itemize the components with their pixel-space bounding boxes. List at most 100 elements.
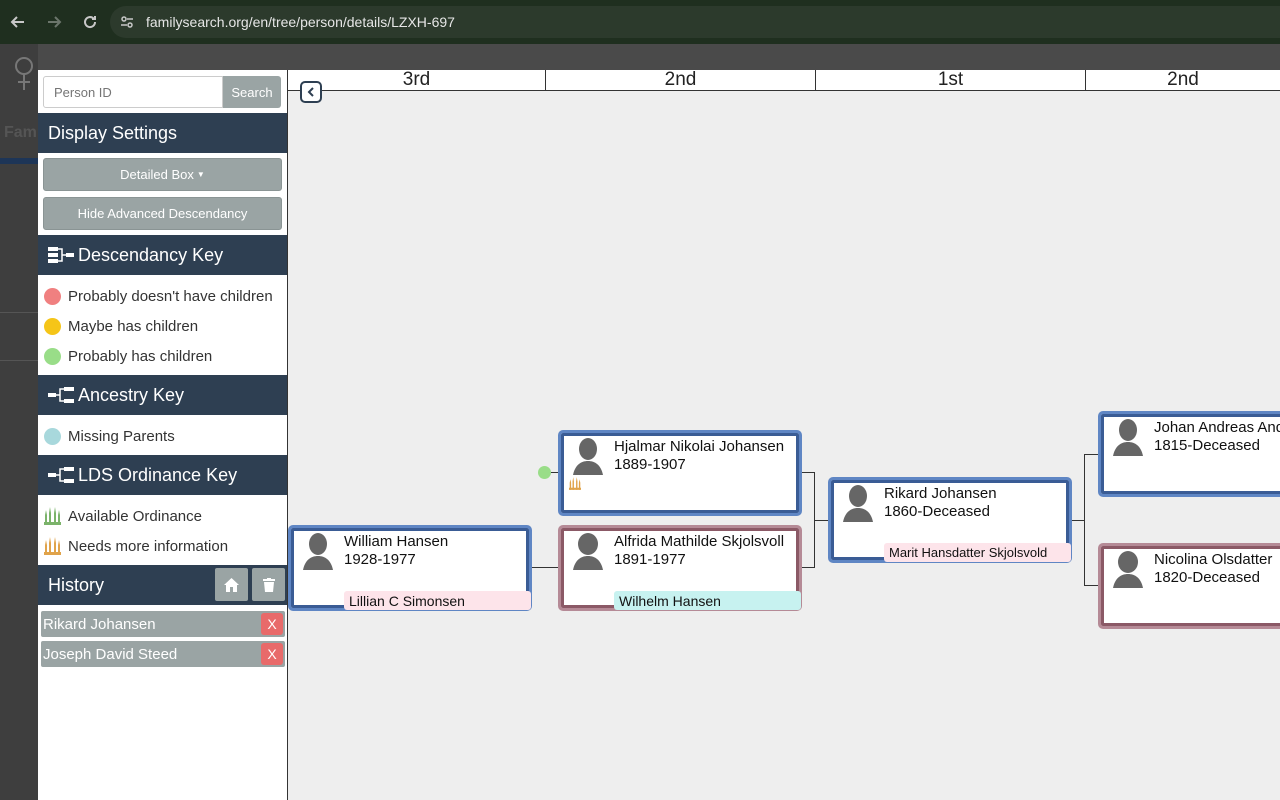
spouse-label[interactable]: Wilhelm Hansen [614, 591, 801, 610]
connector-line [814, 520, 828, 521]
pedigree-chart: 3rd 2nd 1st 2nd William Hansen 1928-1977… [288, 69, 1280, 800]
home-button[interactable] [215, 568, 248, 601]
background-title: Fam [4, 124, 37, 141]
connector-line [1084, 454, 1098, 455]
connector-line [1084, 585, 1098, 586]
caret-down-icon: ▼ [196, 170, 205, 179]
key-label: Missing Parents [68, 427, 175, 445]
person-card-alfrida[interactable]: Alfrida Mathilde Skjolsvoll 1891-1977 Wi… [558, 525, 802, 611]
descendancy-key-title: Descendancy Key [78, 244, 224, 265]
site-settings-icon[interactable] [110, 6, 144, 38]
temple-orange-icon [44, 537, 61, 555]
browser-toolbar: familysearch.org/en/tree/person/details/… [0, 0, 1280, 44]
key-label: Available Ordinance [68, 507, 202, 525]
reload-icon [84, 16, 97, 29]
descendancy-icon [48, 246, 74, 264]
arrow-left-icon [10, 16, 24, 28]
trash-icon [262, 577, 275, 592]
person-dates: 1860-Deceased [884, 503, 990, 520]
temple-orange-icon[interactable] [569, 477, 581, 495]
ancestry-key-title: Ancestry Key [78, 384, 185, 405]
spouse-label[interactable]: Lillian C Simonsen [344, 591, 531, 610]
history-item-label[interactable]: Rikard Johansen [43, 616, 156, 633]
display-settings-header: Display Settings [38, 113, 287, 153]
key-label: Needs more information [68, 537, 229, 555]
history-title: History [48, 574, 105, 595]
box-style-label: Detailed Box [120, 167, 194, 182]
person-card-william[interactable]: William Hansen 1928-1977 Lillian C Simon… [288, 525, 532, 611]
person-name: Rikard Johansen [884, 485, 997, 502]
female-silhouette-icon [1111, 550, 1145, 588]
background-header [38, 44, 1280, 70]
back-button[interactable] [0, 0, 36, 44]
person-name: Alfrida Mathilde Skjolsvoll [614, 533, 785, 550]
person-name: Johan Andreas And [1154, 419, 1280, 436]
red-dot-icon [44, 287, 61, 305]
person-name: William Hansen [344, 533, 449, 550]
history-item[interactable]: Rikard Johansen X [41, 611, 285, 637]
key-item-maybe-children: Maybe has children [44, 311, 198, 341]
ancestry-icon [48, 386, 74, 404]
generation-header: 3rd [288, 69, 545, 91]
person-card-rikard[interactable]: Rikard Johansen 1860-Deceased Marit Hans… [828, 477, 1072, 563]
person-card-hjalmar[interactable]: Hjalmar Nikolai Johansen 1889-1907 [558, 430, 802, 516]
key-item-needs-info: Needs more information [44, 531, 228, 561]
ancestry-key-header: Ancestry Key [38, 375, 287, 415]
person-dates: 1891-1977 [614, 551, 686, 568]
spouse-label[interactable]: Marit Hansdatter Skjolsvold [884, 543, 1071, 562]
generation-header: 2nd [1085, 69, 1280, 91]
hide-advanced-descendancy-button[interactable]: Hide Advanced Descendancy [43, 197, 282, 230]
background-divider [0, 158, 38, 164]
address-bar[interactable]: familysearch.org/en/tree/person/details/… [110, 6, 1280, 38]
person-dates: 1889-1907 [614, 456, 686, 473]
person-name: Hjalmar Nikolai Johansen [614, 438, 785, 455]
male-silhouette-icon [571, 437, 605, 475]
box-style-dropdown[interactable]: Detailed Box ▼ [43, 158, 282, 191]
person-dates: 1820-Deceased [1154, 569, 1260, 586]
person-dates: 1928-1977 [344, 551, 416, 568]
lds-key-header: LDS Ordinance Key [38, 455, 287, 495]
clear-history-button[interactable] [252, 568, 285, 601]
search-button[interactable]: Search [223, 76, 281, 108]
has-children-indicator-icon[interactable] [538, 466, 551, 479]
lds-key-title: LDS Ordinance Key [78, 464, 238, 485]
key-item-has-children: Probably has children [44, 341, 212, 371]
male-silhouette-icon [841, 484, 875, 522]
history-header: History [38, 565, 287, 605]
reload-button[interactable] [72, 0, 108, 44]
history-item[interactable]: Joseph David Steed X [41, 641, 285, 667]
key-item-missing-parents: Missing Parents [44, 421, 175, 451]
background-rule [0, 360, 38, 361]
key-label: Probably has children [68, 347, 213, 365]
person-card-nicolina[interactable]: Nicolina Olsdatter 1820-Deceased [1098, 543, 1280, 629]
tree-logo-icon [10, 56, 38, 92]
key-item-available-ordinance: Available Ordinance [44, 501, 202, 531]
person-dates: 1815-Deceased [1154, 437, 1260, 454]
person-id-input[interactable] [43, 76, 223, 108]
generation-header: 2nd [545, 69, 815, 91]
background-rule [0, 312, 38, 313]
lds-ordinance-icon [48, 466, 74, 484]
descendancy-key-header: Descendancy Key [38, 235, 287, 275]
yellow-dot-icon [44, 317, 61, 335]
temple-green-icon [44, 507, 61, 525]
search-row: Search [43, 76, 283, 108]
cyan-dot-icon [44, 427, 61, 445]
key-item-no-children: Probably doesn't have children [44, 281, 273, 311]
remove-history-button[interactable]: X [261, 613, 283, 635]
person-card-johan[interactable]: Johan Andreas And 1815-Deceased [1098, 411, 1280, 497]
url-text[interactable]: familysearch.org/en/tree/person/details/… [146, 14, 455, 30]
key-label: Probably doesn't have children [68, 287, 273, 305]
generation-header: 1st [815, 69, 1085, 91]
history-item-label[interactable]: Joseph David Steed [43, 646, 177, 663]
home-icon [224, 577, 239, 592]
display-settings-title: Display Settings [48, 122, 178, 143]
collapse-sidebar-button[interactable] [300, 81, 322, 103]
remove-history-button[interactable]: X [261, 643, 283, 665]
chevron-left-icon [307, 87, 314, 97]
male-silhouette-icon [1111, 418, 1145, 456]
arrow-right-icon [48, 16, 62, 28]
male-silhouette-icon [301, 532, 335, 570]
forward-button[interactable] [36, 0, 72, 44]
person-name: Nicolina Olsdatter [1154, 551, 1273, 568]
